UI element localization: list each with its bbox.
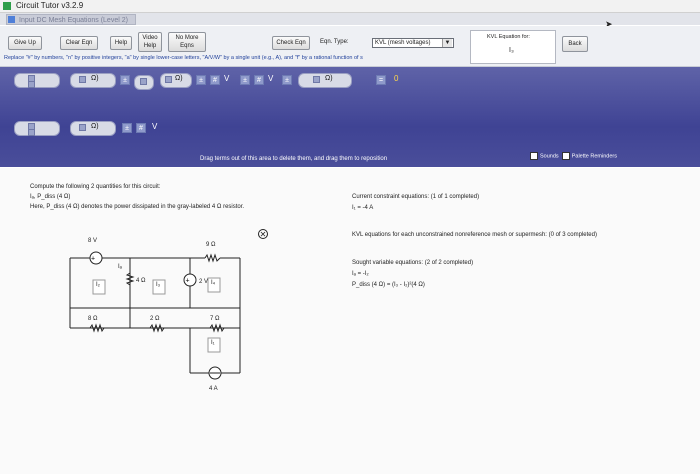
palette-term-fraction[interactable] — [14, 73, 60, 88]
sought-equation-1: Iₐ = -I₂ — [352, 271, 369, 277]
slot-hash[interactable] — [79, 76, 86, 83]
label-2ohm: 2 Ω — [150, 316, 160, 322]
label-7ohm: 7 Ω — [210, 316, 220, 322]
drag-hint: Drag terms out of this area to delete th… — [200, 156, 388, 162]
volt-unit-3: V — [152, 122, 158, 131]
plus-sign: + — [91, 256, 95, 263]
sought-title: Sought variable equations: — [352, 260, 424, 266]
close-icon[interactable]: ✕ — [258, 229, 268, 239]
hash-button-2[interactable]: # — [254, 75, 264, 85]
help-button[interactable]: Help — [110, 36, 132, 50]
problem-note: Here, P_diss (4 Ω) denotes the power dis… — [30, 204, 245, 210]
slot-hash4[interactable] — [79, 124, 86, 131]
window-title: Circuit Tutor v3.2.9 — [16, 1, 84, 10]
ohm-unit: Ω) — [91, 75, 99, 82]
check-eqn-button[interactable]: Check Eqn — [272, 36, 310, 50]
label-9ohm: 9 Ω — [206, 242, 216, 248]
tab-label: Input DC Mesh Equations (Level 2) — [19, 17, 128, 24]
zero-value: 0 — [394, 74, 399, 83]
reminders-label: Palette Reminders — [571, 153, 617, 160]
kvl-progress: (0 of 3 completed) — [548, 232, 597, 238]
plus-sign-2: + — [186, 278, 190, 285]
hash-button[interactable]: # — [210, 75, 220, 85]
palette-term-ohm3[interactable]: Ω) — [298, 73, 352, 88]
label-4ohm: 4 Ω — [136, 278, 146, 284]
label-2v: 2 V — [199, 279, 208, 285]
constraint-title: Current constraint equations: — [352, 194, 430, 200]
title-bar: Circuit Tutor v3.2.9 — [0, 0, 700, 13]
reminders-checkbox[interactable] — [561, 152, 570, 160]
slot-hash2[interactable] — [165, 76, 172, 83]
plus-minus-button-2[interactable]: ± — [196, 75, 206, 85]
sought-progress: (2 of 2 completed) — [424, 260, 474, 266]
kvl-box-value: I₃ — [509, 47, 514, 54]
label-ia: Iₐ — [118, 264, 123, 270]
video-help-button[interactable]: Video Help — [138, 32, 162, 52]
palette-options: Sounds Palette Reminders — [530, 152, 617, 160]
slot-hash3[interactable] — [313, 76, 320, 83]
ohm-unit-4: Ω) — [91, 123, 99, 130]
tab-icon — [8, 16, 15, 23]
label-i4: I₄ — [211, 280, 216, 286]
ohm-unit-2: Ω) — [175, 75, 183, 82]
sounds-checkbox[interactable] — [530, 152, 538, 160]
sounds-label: Sounds — [540, 153, 559, 160]
plus-minus-button-4[interactable]: ± — [282, 75, 292, 85]
constraint-equation: I₁ = -4 A — [352, 205, 374, 211]
constraint-progress: (1 of 1 completed) — [430, 194, 480, 200]
slot-n2[interactable] — [140, 78, 147, 85]
sought-heading: Sought variable equations: (2 of 2 compl… — [352, 260, 473, 266]
give-up-button[interactable]: Give Up — [8, 36, 42, 50]
back-button[interactable]: Back — [562, 36, 588, 52]
palette-term-ohm2[interactable]: Ω) — [160, 73, 192, 88]
slot-n3[interactable] — [28, 129, 35, 136]
kvl-box-label: KVL Equation for: — [487, 34, 530, 40]
plus-minus-button[interactable]: ± — [120, 75, 130, 85]
volt-unit: V — [224, 74, 230, 83]
slot-n[interactable] — [28, 81, 35, 88]
tab-active[interactable]: Input DC Mesh Equations (Level 2) — [6, 14, 136, 25]
label-4a: 4 A — [209, 386, 218, 392]
problem-instruction: Compute the following 2 quantities for t… — [30, 184, 161, 190]
volt-unit-2: V — [268, 74, 274, 83]
plus-minus-button-3[interactable]: ± — [240, 75, 250, 85]
kvl-equation-box: KVL Equation for: I₃ — [470, 30, 556, 64]
replace-hint: Replace "#" by numbers, "n" by positive … — [4, 55, 363, 61]
label-8ohm: 8 Ω — [88, 316, 98, 322]
chevron-down-icon[interactable]: ▼ — [442, 39, 452, 47]
kvl-heading: KVL equations for each unconstrained non… — [352, 232, 597, 238]
palette-term-ohm[interactable]: Ω) — [70, 73, 116, 88]
problem-quantities: Iₐ, P_diss (4 Ω) — [30, 194, 71, 200]
eqn-type-select[interactable]: KVL (mesh voltages) ▼ — [372, 38, 454, 48]
ohm-unit-3: Ω) — [325, 75, 333, 82]
label-i2: I₂ — [96, 282, 101, 288]
eqn-type-value: KVL (mesh voltages) — [375, 40, 431, 46]
plus-minus-button-5[interactable]: ± — [122, 123, 132, 133]
palette-term-fraction-2[interactable] — [14, 121, 60, 136]
eqn-type-label: Eqn. Type: — [320, 39, 349, 45]
resistor-9ohm — [204, 253, 221, 263]
palette-term-n[interactable] — [134, 75, 154, 90]
equals-button[interactable]: = — [376, 75, 386, 85]
sought-equation-2: P_diss (4 Ω) = (I₃ - I₂)²(4 Ω) — [352, 282, 425, 288]
no-more-eqns-button[interactable]: No More Eqns — [168, 32, 206, 52]
clear-eqn-button[interactable]: Clear Eqn — [60, 36, 98, 50]
kvl-title: KVL equations for each unconstrained non… — [352, 232, 547, 238]
label-8v: 8 V — [88, 238, 97, 244]
label-i3: I₃ — [156, 282, 161, 288]
palette-term-ohm4[interactable]: Ω) — [70, 121, 116, 136]
constraint-heading: Current constraint equations: (1 of 1 co… — [352, 194, 479, 200]
hash-button-3[interactable]: # — [136, 123, 146, 133]
app-icon — [3, 2, 11, 10]
circuit-diagram: + + 8 V 9 Ω 4 Ω 2 V 8 Ω 2 Ω 7 Ω 4 A I₂ I… — [69, 238, 241, 392]
label-i1: I₁ — [211, 340, 215, 346]
